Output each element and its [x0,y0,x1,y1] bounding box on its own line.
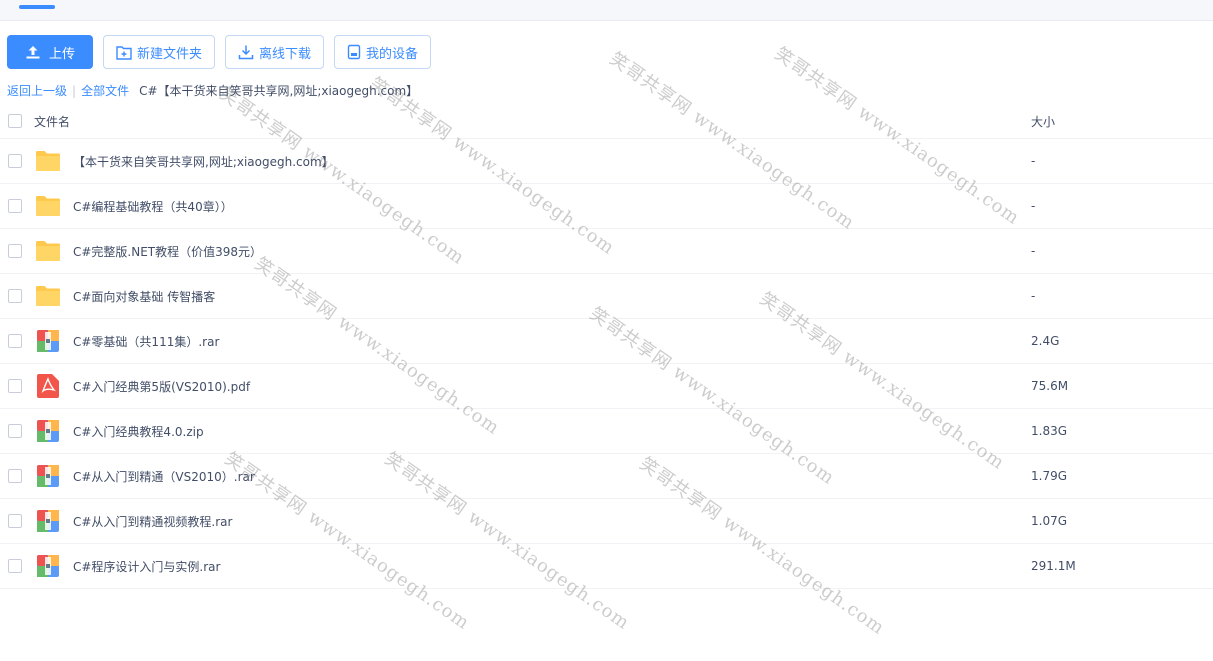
folder-icon [35,239,61,263]
current-folder: C#【本干货来自笑哥共享网,网址;xiaogegh.com】 [139,84,419,98]
file-size: 1.79G [1031,469,1068,483]
row-checkbox[interactable] [8,514,22,528]
archive-icon [35,329,61,353]
table-row[interactable]: C#完整版.NET教程（价值398元） - [0,229,1213,274]
file-name[interactable]: C#从入门到精通（VS2010）.rar [73,468,255,485]
table-row[interactable]: C#程序设计入门与实例.rar 291.1M [0,544,1213,589]
file-name[interactable]: 【本干货来自笑哥共享网,网址;xiaogegh.com】 [73,153,334,170]
column-header-name[interactable]: 文件名 [34,113,70,130]
active-tab-indicator [19,5,55,9]
file-size: 75.6M [1031,379,1069,393]
file-name[interactable]: C#入门经典教程4.0.zip [73,423,204,440]
file-name[interactable]: C#编程基础教程（共40章）） [73,198,233,215]
file-list: 【本干货来自笑哥共享网,网址;xiaogegh.com】 - C#编程基础教程（共4… [0,139,1213,589]
table-header: 文件名 大小 [0,104,1213,139]
row-checkbox[interactable] [8,334,22,348]
row-checkbox[interactable] [8,469,22,483]
file-size: 2.4G [1031,334,1060,348]
file-name[interactable]: C#完整版.NET教程（价值398元） [73,243,262,260]
new-folder-icon [116,45,132,60]
column-header-size[interactable]: 大小 [1031,113,1055,130]
archive-icon [35,419,61,443]
file-size: - [1031,199,1036,213]
toolbar: 上传 新建文件夹 离线下载 我的设备 [7,35,432,69]
all-files-link[interactable]: 全部文件 [81,82,129,99]
file-size: 1.07G [1031,514,1068,528]
back-link[interactable]: 返回上一级 [7,82,67,99]
pdf-icon [35,374,61,398]
file-size: 1.83G [1031,424,1068,438]
table-row[interactable]: C#从入门到精通（VS2010）.rar 1.79G [0,454,1213,499]
download-icon [238,45,254,60]
file-name[interactable]: C#面向对象基础 传智播客 [73,288,215,305]
top-tab-bar [0,0,1213,21]
row-checkbox[interactable] [8,424,22,438]
row-checkbox[interactable] [8,244,22,258]
upload-icon [26,46,40,59]
new-folder-label: 新建文件夹 [137,46,203,62]
device-icon [347,44,361,60]
folder-icon [35,149,61,173]
upload-label: 上传 [48,46,75,62]
row-checkbox[interactable] [8,379,22,393]
table-row[interactable]: C#从入门到精通视频教程.rar 1.07G [0,499,1213,544]
file-size: - [1031,244,1036,258]
file-name[interactable]: C#程序设计入门与实例.rar [73,558,220,575]
file-name[interactable]: C#入门经典第5版(VS2010).pdf [73,378,250,395]
select-all-checkbox[interactable] [8,114,22,128]
table-row[interactable]: 【本干货来自笑哥共享网,网址;xiaogegh.com】 - [0,139,1213,184]
table-row[interactable]: C#入门经典教程4.0.zip 1.83G [0,409,1213,454]
row-checkbox[interactable] [8,559,22,573]
file-size: - [1031,289,1036,303]
table-row[interactable]: C#面向对象基础 传智播客 - [0,274,1213,319]
offline-download-label: 离线下载 [259,46,312,62]
new-folder-button[interactable]: 新建文件夹 [103,35,216,69]
folder-icon [35,194,61,218]
file-name[interactable]: C#从入门到精通视频教程.rar [73,513,232,530]
my-devices-button[interactable]: 我的设备 [334,35,432,69]
table-row[interactable]: C#入门经典第5版(VS2010).pdf 75.6M [0,364,1213,409]
folder-icon [35,284,61,308]
table-row[interactable]: C#零基础（共111集）.rar 2.4G [0,319,1213,364]
breadcrumb-separator: | [72,83,77,98]
file-table: 文件名 大小 【本干货来自笑哥共享网,网址;xiaogegh.com】 - C#编程… [0,104,1213,589]
my-devices-label: 我的设备 [366,46,419,62]
archive-icon [35,464,61,488]
row-checkbox[interactable] [8,289,22,303]
table-row[interactable]: C#编程基础教程（共40章）） - [0,184,1213,229]
upload-button[interactable]: 上传 [7,35,93,69]
file-size: - [1031,154,1036,168]
breadcrumb: 返回上一级 | 全部文件 C#【本干货来自笑哥共享网,网址;xiaogegh.c… [7,82,418,99]
row-checkbox[interactable] [8,199,22,213]
file-name[interactable]: C#零基础（共111集）.rar [73,333,219,350]
archive-icon [35,509,61,533]
archive-icon [35,554,61,578]
offline-download-button[interactable]: 离线下载 [225,35,325,69]
row-checkbox[interactable] [8,154,22,168]
file-size: 291.1M [1031,559,1076,573]
